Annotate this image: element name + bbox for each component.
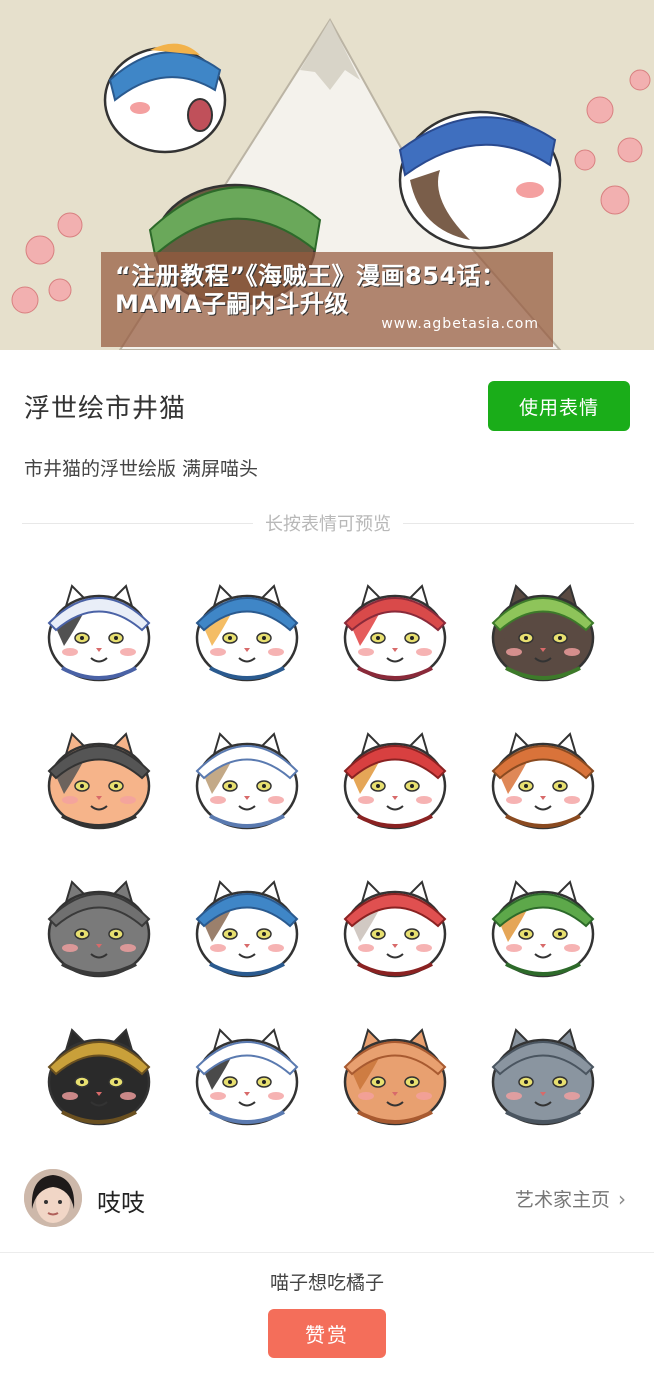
reward-button[interactable]: 赞赏 xyxy=(268,1309,386,1358)
sticker-image xyxy=(195,732,299,830)
sticker-image xyxy=(47,880,151,978)
sticker-cat-green-hood-calico[interactable] xyxy=(478,864,608,994)
reward-message: 喵子想吃橘子 xyxy=(269,1272,384,1294)
sticker-cat-blue-plaid-hood[interactable] xyxy=(34,568,164,698)
sticker-image xyxy=(491,732,595,830)
artist-avatar[interactable] xyxy=(24,1169,82,1227)
sticker-cat-orange-tabby-crying[interactable] xyxy=(330,1012,460,1142)
sticker-cat-orange-on-head[interactable] xyxy=(330,864,460,994)
sticker-image xyxy=(343,732,447,830)
artist-homepage-link[interactable]: 艺术家主页 › xyxy=(515,1185,626,1212)
avatar-image xyxy=(24,1169,82,1227)
banner-headline: “注册教程”《海贼王》漫画854话： MAMA子嗣内斗升级 xyxy=(115,262,545,318)
sticker-cat-black-gold-hood[interactable] xyxy=(34,1012,164,1142)
sticker-cat-grey-angry[interactable] xyxy=(34,864,164,994)
sticker-cat-blue-bandana-tabby[interactable] xyxy=(182,864,312,994)
sticker-cat-kabuki-red[interactable] xyxy=(330,568,460,698)
sticker-cat-grey-sweating[interactable] xyxy=(478,1012,608,1142)
sticker-image xyxy=(491,1028,595,1126)
artist-name: 吱吱 xyxy=(97,1189,145,1217)
preview-hint: 长按表情可预览 xyxy=(265,514,391,535)
pack-title: 浮世绘市井猫 xyxy=(24,394,187,424)
preview-hint-divider: 长按表情可预览 xyxy=(22,508,634,538)
pack-description: 市井猫的浮世绘版 满屏喵头 xyxy=(24,458,259,480)
sticker-cat-black-white-confused[interactable] xyxy=(182,1012,312,1142)
divider-line-right xyxy=(403,522,634,524)
sticker-image xyxy=(195,1028,299,1126)
banner-headline-line1: “注册教程”《海贼王》漫画854话： xyxy=(115,262,506,290)
chevron-right-icon: › xyxy=(618,1186,626,1211)
sticker-image xyxy=(195,880,299,978)
sticker-image xyxy=(491,880,595,978)
sticker-image xyxy=(343,584,447,682)
sticker-image xyxy=(343,880,447,978)
sticker-cat-calico-red-scarf[interactable] xyxy=(330,716,460,846)
divider-line-left xyxy=(22,522,253,524)
sticker-image xyxy=(47,1028,151,1126)
sticker-grid xyxy=(34,568,634,1138)
sticker-cat-striped-scarf[interactable] xyxy=(182,716,312,846)
sticker-image xyxy=(343,1028,447,1126)
sticker-cat-green-hood-dark[interactable] xyxy=(478,568,608,698)
banner-overlay: “注册教程”《海贼王》漫画854话： MAMA子嗣内斗升级 www.agbeta… xyxy=(101,252,553,347)
use-sticker-button[interactable]: 使用表情 xyxy=(488,381,630,431)
artist-homepage-label: 艺术家主页 xyxy=(514,1189,610,1211)
banner-watermark: www.agbetasia.com xyxy=(381,316,539,332)
sticker-cat-blue-bandana-yelling[interactable] xyxy=(182,568,312,698)
banner-headline-line2: MAMA子嗣内斗升级 xyxy=(115,290,349,318)
banner-image: “注册教程”《海贼王》漫画854话： MAMA子嗣内斗升级 www.agbeta… xyxy=(0,0,654,350)
sticker-image xyxy=(491,584,595,682)
sticker-cat-orange-striped-sad[interactable] xyxy=(478,716,608,846)
sticker-image xyxy=(195,584,299,682)
sticker-cat-grey-round-face[interactable] xyxy=(34,716,164,846)
sticker-image xyxy=(47,732,151,830)
sticker-image xyxy=(47,584,151,682)
section-divider xyxy=(0,1252,654,1253)
